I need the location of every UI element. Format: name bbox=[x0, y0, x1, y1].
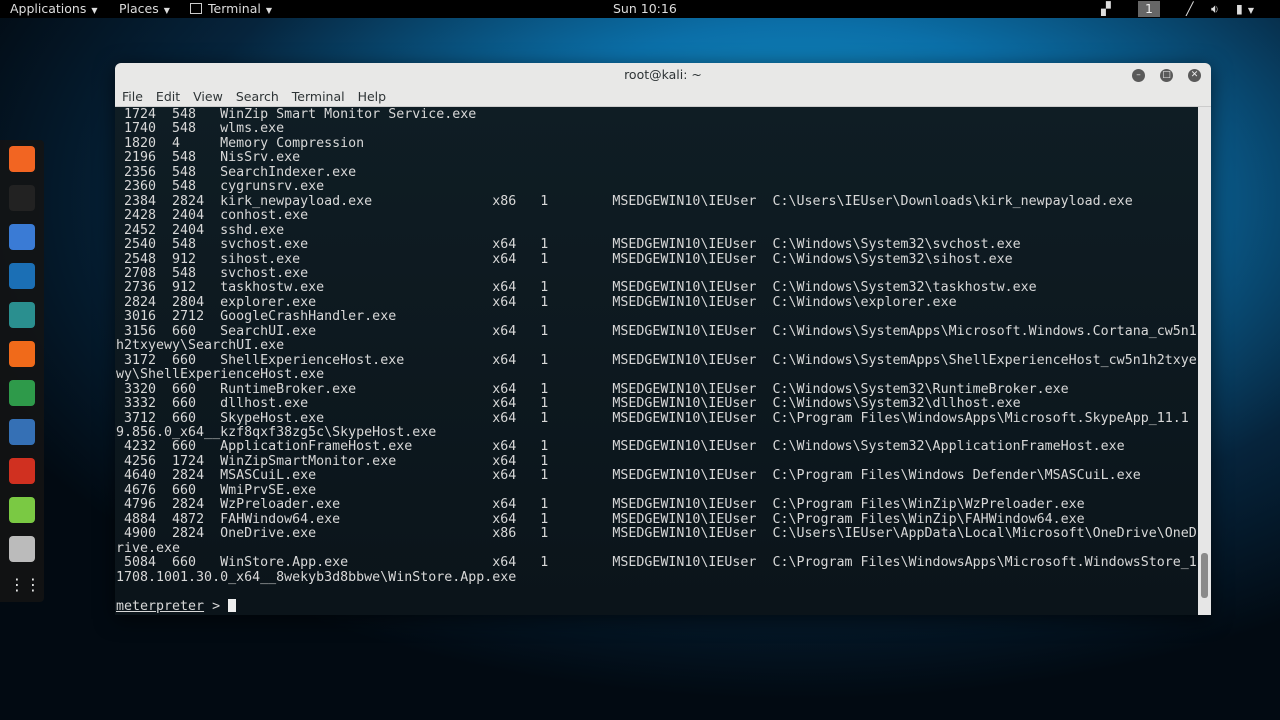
process-row: 3156 660 SearchUI.exe x64 1 MSEDGEWIN10\… bbox=[116, 323, 1197, 354]
menu-search[interactable]: Search bbox=[236, 89, 279, 104]
prompt-symbol: > bbox=[204, 599, 229, 615]
files-icon[interactable] bbox=[9, 224, 35, 250]
burpsuite-icon[interactable] bbox=[9, 341, 35, 367]
menu-edit[interactable]: Edit bbox=[156, 89, 180, 104]
process-row: 4232 660 ApplicationFrameHost.exe x64 1 … bbox=[116, 439, 1125, 455]
terminal-icon[interactable] bbox=[9, 185, 35, 211]
menu-terminal[interactable]: Terminal bbox=[292, 89, 345, 104]
process-row: 2708 548 svchost.exe bbox=[116, 265, 309, 281]
places-label: Places bbox=[119, 1, 159, 16]
process-row: 4884 4872 FAHWindow64.exe x64 1 MSEDGEWI… bbox=[116, 511, 1085, 527]
process-row: 5084 660 WinStore.App.exe x64 1 MSEDGEWI… bbox=[116, 555, 1197, 585]
applications-label: Applications bbox=[10, 1, 87, 16]
process-row: 2356 548 SearchIndexer.exe bbox=[116, 164, 357, 180]
faraday-icon[interactable] bbox=[9, 458, 35, 484]
dock: ⋮⋮ bbox=[0, 140, 44, 602]
terminal-window: root@kali: ~ – □ ✕ File Edit View Search Ter… bbox=[115, 63, 1211, 615]
process-row: 1820 4 Memory Compression bbox=[116, 135, 365, 151]
leafpad-icon[interactable] bbox=[9, 497, 35, 523]
chevron-down-icon: ▼ bbox=[1247, 6, 1255, 15]
process-row: 4640 2824 MSASCuiL.exe x64 1 MSEDGEWIN10… bbox=[116, 468, 1141, 484]
terminal-icon bbox=[190, 3, 202, 14]
process-row: 4256 1724 WinZipSmartMonitor.exe x64 1 bbox=[116, 453, 549, 469]
scrollbar-thumb[interactable] bbox=[1201, 553, 1208, 599]
process-row: 2824 2804 explorer.exe x64 1 MSEDGEWIN10… bbox=[116, 294, 957, 310]
armitage-icon[interactable] bbox=[9, 302, 35, 328]
process-row: 4676 660 WmiPrvSE.exe bbox=[116, 482, 317, 498]
process-row: 3016 2712 GoogleCrashHandler.exe bbox=[116, 309, 397, 325]
process-row: 4900 2824 OneDrive.exe x86 1 MSEDGEWIN10… bbox=[116, 526, 1197, 556]
chevron-down-icon: ▼ bbox=[163, 6, 170, 15]
clock[interactable]: Sun 10:16 bbox=[613, 0, 677, 18]
show-apps-icon[interactable]: ⋮⋮ bbox=[9, 575, 41, 601]
process-row: 2384 2824 kirk_newpayload.exe x86 1 MSED… bbox=[116, 193, 1133, 209]
firefox-icon[interactable] bbox=[9, 146, 35, 172]
menu-help[interactable]: Help bbox=[358, 89, 387, 104]
scrollbar[interactable] bbox=[1198, 107, 1211, 615]
process-row: 2428 2404 conhost.exe bbox=[116, 208, 309, 224]
maltego-icon[interactable] bbox=[9, 380, 35, 406]
applications-menu[interactable]: Applications ▼ bbox=[10, 0, 98, 20]
maximize-button[interactable]: □ bbox=[1160, 69, 1173, 82]
terminal-app-menu[interactable]: Terminal ▼ bbox=[190, 0, 272, 20]
process-row: 2548 912 sihost.exe x64 1 MSEDGEWIN10\IE… bbox=[116, 251, 1013, 267]
process-row: 2196 548 NisSrv.exe bbox=[116, 150, 301, 166]
process-row: 3712 660 SkypeHost.exe x64 1 MSEDGEWIN10… bbox=[116, 410, 1189, 440]
prompt-label: meterpreter bbox=[116, 599, 205, 615]
menu-bar: File Edit View Search Terminal Help bbox=[115, 87, 1211, 107]
process-row: 3320 660 RuntimeBroker.exe x64 1 MSEDGEW… bbox=[116, 381, 1069, 397]
workspace-indicator[interactable]: 1 bbox=[1138, 1, 1160, 17]
beef-icon[interactable] bbox=[9, 419, 35, 445]
terminal-output[interactable]: 1724 548 WinZip Smart Monitor Service.ex… bbox=[115, 107, 1198, 615]
process-row: 2736 912 taskhostw.exe x64 1 MSEDGEWIN10… bbox=[116, 280, 1037, 296]
chevron-down-icon: ▼ bbox=[265, 6, 272, 15]
close-button[interactable]: ✕ bbox=[1188, 69, 1201, 82]
metasploit-icon[interactable] bbox=[9, 263, 35, 289]
chevron-down-icon: ▼ bbox=[91, 6, 98, 15]
process-row: 1724 548 WinZip Smart Monitor Service.ex… bbox=[116, 107, 477, 122]
process-row: 2360 548 cygrunsrv.exe bbox=[116, 179, 325, 195]
process-row: 4796 2824 WzPreloader.exe x64 1 MSEDGEWI… bbox=[116, 497, 1085, 513]
process-row: 3172 660 ShellExperienceHost.exe x64 1 M… bbox=[116, 352, 1197, 383]
menu-view[interactable]: View bbox=[193, 89, 223, 104]
process-row: 1740 548 wlms.exe bbox=[116, 121, 285, 137]
top-panel: Applications ▼ Places ▼ Terminal ▼ Sun 10:1… bbox=[0, 0, 1280, 18]
window-title: root@kali: ~ bbox=[624, 67, 702, 82]
pen-icon[interactable]: ╱ bbox=[1186, 0, 1194, 18]
menu-file[interactable]: File bbox=[122, 89, 143, 104]
prompt-line[interactable]: meterpreter > bbox=[116, 599, 1197, 614]
minimize-button[interactable]: – bbox=[1132, 69, 1145, 82]
places-menu[interactable]: Places ▼ bbox=[119, 0, 170, 20]
screenshot-icon[interactable] bbox=[9, 536, 35, 562]
terminal-label: Terminal bbox=[208, 1, 261, 16]
process-row: 2452 2404 sshd.exe bbox=[116, 222, 285, 238]
process-row: 2540 548 svchost.exe x64 1 MSEDGEWIN10\I… bbox=[116, 237, 1021, 253]
title-bar[interactable]: root@kali: ~ – □ ✕ bbox=[115, 63, 1211, 87]
battery-icon[interactable]: ▮ ▼ bbox=[1236, 0, 1254, 20]
process-row: 3332 660 dllhost.exe x64 1 MSEDGEWIN10\I… bbox=[116, 396, 1021, 412]
volume-icon[interactable]: 🔉︎ bbox=[1211, 0, 1219, 18]
text-cursor bbox=[228, 599, 237, 613]
video-icon[interactable]: ▞ bbox=[1101, 0, 1111, 18]
